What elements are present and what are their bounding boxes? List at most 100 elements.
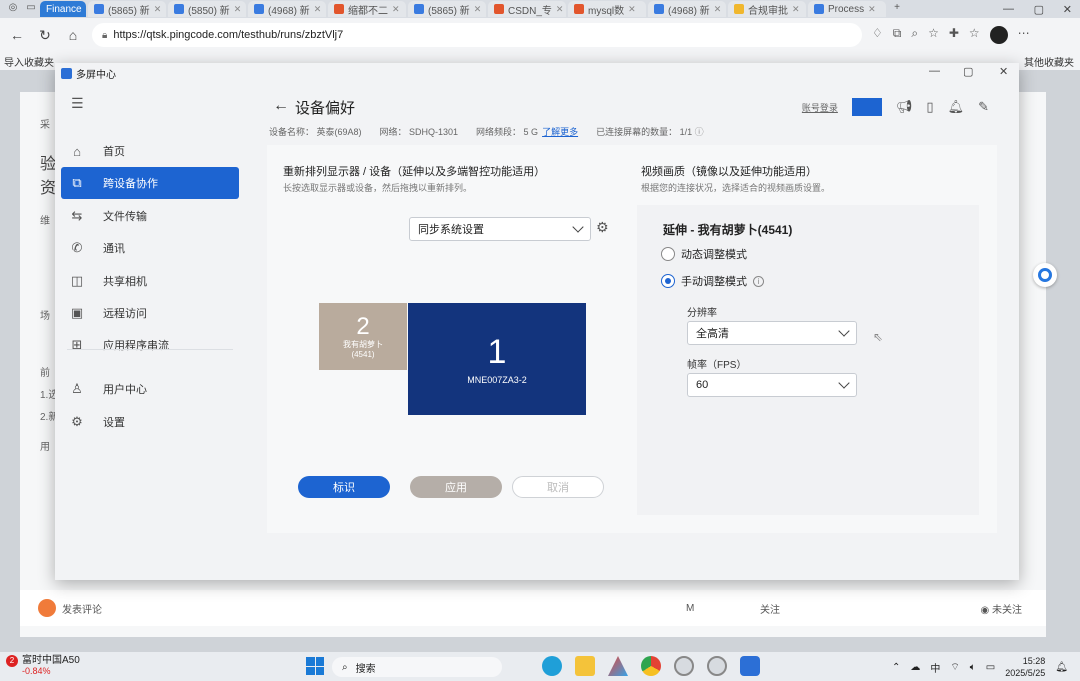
tab-close-icon[interactable]: ✕: [792, 4, 800, 15]
browser-tab[interactable]: Finance: [40, 1, 86, 17]
browser-maximize-icon[interactable]: ▢: [1034, 0, 1044, 18]
browser-minimize-icon[interactable]: —: [1003, 0, 1014, 18]
back-icon[interactable]: ←: [8, 27, 26, 43]
sidebar-item-home[interactable]: ⌂ 首页: [61, 135, 239, 167]
sync-settings-select[interactable]: 同步系统设置: [409, 217, 591, 241]
triangle-app-icon[interactable]: [608, 656, 628, 676]
browser-tab[interactable]: (5850) 新 ✕: [168, 1, 246, 17]
edge-icon[interactable]: [542, 656, 562, 676]
sidebar-item-phone[interactable]: ✆ 通讯: [61, 232, 239, 264]
follow-button[interactable]: 关注: [760, 601, 780, 616]
stock-widget[interactable]: 2 富时中国A50 -0.84%: [6, 655, 80, 677]
apply-button[interactable]: 应用: [410, 476, 502, 498]
puzzle-icon[interactable]: ✚: [949, 26, 959, 44]
tab-close-icon[interactable]: ✕: [556, 4, 564, 15]
comment-input[interactable]: 发表评论: [62, 601, 102, 616]
collections-icon[interactable]: ☆: [969, 26, 980, 44]
unfollow-status[interactable]: ◉ 未关注: [980, 601, 1022, 616]
other-bookmarks[interactable]: 其他收藏夹: [1024, 54, 1074, 69]
monitor-1[interactable]: 1 MNE007ZA3-2: [408, 303, 586, 415]
tab-close-icon[interactable]: ✕: [234, 4, 242, 15]
sidebar-item-camera[interactable]: ◫ 共享相机: [61, 265, 239, 297]
app-maximize-icon[interactable]: ▢: [963, 65, 973, 78]
back-arrow-icon[interactable]: ←: [273, 97, 289, 115]
browser-close-icon[interactable]: ✕: [1063, 0, 1072, 18]
zoom-icon[interactable]: ⌕: [911, 26, 918, 44]
browser-tab[interactable]: CSDN_专 ✕: [488, 1, 566, 17]
identify-button[interactable]: 标识: [298, 476, 390, 498]
manual-mode-radio[interactable]: 手动调整模式 i: [661, 273, 764, 289]
app-icon-1[interactable]: [674, 656, 694, 676]
tray-chevron-icon[interactable]: ⌃: [892, 662, 900, 673]
tab-close-icon[interactable]: ✕: [392, 4, 400, 15]
multiscreen-app-icon[interactable]: [740, 656, 760, 676]
refresh-icon[interactable]: ↻: [36, 27, 54, 44]
app-minimize-icon[interactable]: —: [929, 65, 940, 77]
sidebar-item-user[interactable]: ♙ 用户中心: [61, 373, 239, 405]
battery-icon[interactable]: ▭: [986, 662, 995, 673]
new-tab-icon[interactable]: +: [888, 2, 906, 16]
extensions-icon[interactable]: ⧉: [893, 26, 902, 44]
monitor-2[interactable]: 2 我有胡萝卜 (4541): [319, 303, 407, 370]
notification-bell-icon[interactable]: 🔔︎: [948, 99, 965, 115]
browser-tab[interactable]: 缩都不二 ✕: [328, 1, 406, 17]
phone-device-icon[interactable]: ▯: [926, 99, 933, 115]
browser-tab[interactable]: 合规审批 ✕: [728, 1, 806, 17]
sidebar-item-settings[interactable]: ⚙ 设置: [61, 406, 239, 438]
feedback-icon[interactable]: ✎: [978, 99, 989, 115]
megaphone-icon[interactable]: 📢︎: [896, 99, 913, 115]
wifi-icon[interactable]: ⌔: [950, 661, 959, 674]
browser-tab[interactable]: (5865) 新 ✕: [408, 1, 486, 17]
info-icon[interactable]: ⓘ: [695, 127, 704, 137]
tab-close-icon[interactable]: ✕: [628, 4, 636, 15]
bell-icon[interactable]: ♢: [872, 26, 883, 44]
sidebar-item-transfer[interactable]: ⇆ 文件传输: [61, 200, 239, 232]
assistant-float-button[interactable]: [1033, 263, 1057, 287]
folder-icon[interactable]: [575, 656, 595, 676]
browser-tab[interactable]: (4968) 新 ✕: [248, 1, 326, 17]
menu-icon[interactable]: ☰: [71, 95, 84, 112]
tray-app-icon[interactable]: ☁: [910, 662, 920, 673]
browser-tab[interactable]: (5865) 新 ✕: [88, 1, 166, 17]
clock[interactable]: 15:28 2025/5/25: [1005, 655, 1045, 679]
browser-tabs-menu-icon[interactable]: ▭: [22, 2, 40, 16]
browser-tab[interactable]: (4968) 新 ✕: [648, 1, 726, 17]
taskbar-search[interactable]: ⌕ 搜索: [332, 657, 502, 677]
tab-close-icon[interactable]: ✕: [714, 4, 722, 15]
app-icon-2[interactable]: [707, 656, 727, 676]
tab-close-icon[interactable]: ✕: [474, 4, 482, 15]
camera-icon: ◫: [70, 273, 84, 288]
windows-start-icon[interactable]: [306, 657, 324, 675]
ime-indicator[interactable]: 中: [930, 660, 940, 675]
notification-icon[interactable]: 🔔︎: [1055, 662, 1068, 673]
more-icon[interactable]: ⋯: [1018, 26, 1030, 44]
tab-close-icon[interactable]: ✕: [314, 4, 322, 15]
browser-tab[interactable]: Process ✕: [808, 1, 886, 17]
sidebar-item-remote[interactable]: ▣ 远程访问: [61, 297, 239, 329]
tab-close-icon[interactable]: ✕: [868, 4, 876, 15]
info-icon[interactable]: i: [753, 275, 764, 287]
browser-profile-icon[interactable]: ◎: [4, 2, 22, 16]
sidebar-item-apps[interactable]: ⊞ 应用程序串流: [61, 329, 239, 361]
volume-icon[interactable]: 🔈︎: [970, 662, 976, 673]
dynamic-mode-radio[interactable]: 动态调整模式: [661, 246, 747, 262]
import-bookmarks[interactable]: 导入收藏夹: [4, 54, 54, 69]
fps-select[interactable]: 60: [687, 373, 857, 397]
tab-close-icon[interactable]: ✕: [154, 4, 162, 15]
browser-tab[interactable]: mysql数 ✕: [568, 1, 646, 17]
connected-count: 已连接屏幕的数量： 1/1 ⓘ: [596, 125, 704, 138]
app-close-icon[interactable]: ✕: [999, 65, 1008, 78]
learn-more-link[interactable]: 了解更多: [542, 127, 578, 137]
address-bar[interactable]: 🔒︎ https://qtsk.pingcode.com/testhub/run…: [92, 23, 862, 47]
chrome-icon[interactable]: [641, 656, 661, 676]
profile-avatar[interactable]: [989, 26, 1008, 44]
home-browser-icon[interactable]: ⌂: [64, 27, 82, 43]
gear-icon[interactable]: ⚙: [596, 219, 609, 236]
tab-label: (4968) 新: [668, 5, 710, 17]
brand-badge[interactable]: [851, 98, 882, 116]
resolution-select[interactable]: 全高清: [687, 321, 857, 345]
favorite-icon[interactable]: ☆: [928, 26, 939, 44]
cancel-button[interactable]: 取消: [512, 476, 604, 498]
sidebar-item-collaboration[interactable]: ⧉ 跨设备协作: [61, 167, 239, 199]
account-login-link[interactable]: 账号登录: [802, 101, 838, 114]
